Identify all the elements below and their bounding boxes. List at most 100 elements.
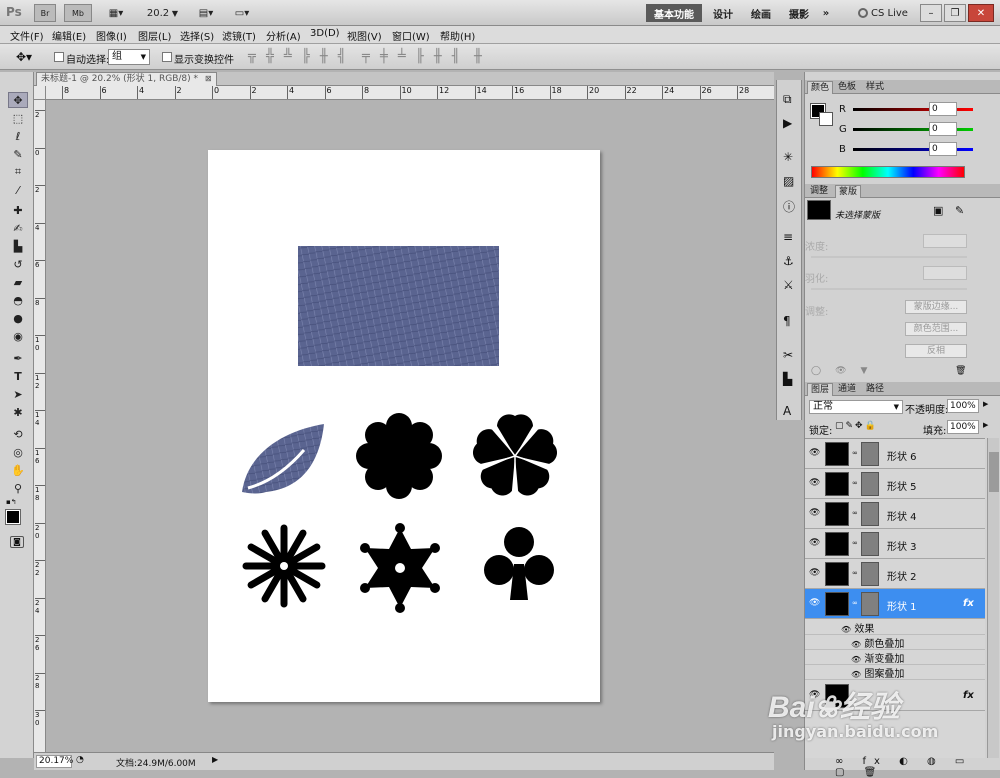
tab-swatches[interactable]: 色板 bbox=[835, 81, 859, 94]
status-info-icon[interactable]: ◔ bbox=[76, 755, 84, 765]
tab-color[interactable]: 颜色 bbox=[807, 81, 834, 94]
visibility-eye-icon[interactable]: 👁 bbox=[809, 449, 820, 458]
minimize-button[interactable]: – bbox=[920, 4, 942, 22]
arrange-documents-icon[interactable]: ▤▾ bbox=[192, 4, 220, 22]
eye-icon[interactable]: 👁 bbox=[851, 655, 861, 664]
healing-brush-tool-icon[interactable]: ✚ bbox=[8, 202, 28, 218]
g-value[interactable]: 0 bbox=[929, 122, 957, 136]
scroll-thumb[interactable] bbox=[989, 452, 999, 492]
fill-field[interactable]: 100% bbox=[947, 420, 979, 434]
tab-masks[interactable]: 蒙版 bbox=[835, 185, 862, 198]
align-icons[interactable]: ╦ ╬ ╩ ╠ ╫ ╣ bbox=[248, 49, 349, 64]
zoom-tool-icon[interactable]: ⚲ bbox=[8, 480, 28, 496]
marquee-tool-icon[interactable]: ⬚ bbox=[8, 110, 28, 126]
actions-panel-icon[interactable]: ▶ bbox=[783, 116, 792, 130]
flower-shape[interactable] bbox=[356, 413, 442, 499]
mask-footer-icons[interactable]: ◯👁▼ bbox=[811, 366, 881, 376]
sheriff-star-shape[interactable] bbox=[360, 523, 440, 613]
fx-icon[interactable]: fx bbox=[963, 598, 974, 609]
menu-item[interactable]: 视图(V) bbox=[347, 28, 382, 43]
eye-icon[interactable]: 👁 bbox=[851, 670, 861, 679]
visibility-eye-icon[interactable]: 👁 bbox=[809, 599, 820, 608]
clone-source-icon[interactable]: ⚓ bbox=[783, 254, 794, 268]
pixel-mask-icon[interactable]: ▣ bbox=[933, 204, 943, 217]
feather-slider[interactable] bbox=[811, 288, 967, 290]
cs-live-button[interactable]: CS Live bbox=[852, 4, 914, 22]
color-spectrum-bar[interactable] bbox=[811, 166, 965, 178]
tab-paths[interactable]: 路径 bbox=[863, 383, 887, 396]
brush-presets-icon[interactable]: ≡ bbox=[783, 230, 793, 244]
menu-item[interactable]: 文件(F) bbox=[10, 28, 44, 43]
tab-layers[interactable]: 图层 bbox=[807, 383, 834, 396]
character-panel-icon[interactable]: A bbox=[783, 404, 791, 418]
info-panel-icon[interactable]: ⓘ bbox=[783, 198, 795, 215]
color-range-button[interactable]: 颜色范围... bbox=[905, 322, 967, 336]
layer-row-selected[interactable]: 👁 ∞ 形状 1 fx bbox=[805, 589, 985, 619]
status-zoom[interactable]: 20.17% bbox=[36, 755, 73, 768]
3d-panel-icon[interactable]: ✳ bbox=[783, 150, 793, 164]
3d-rotate-tool-icon[interactable]: ⟲ bbox=[8, 426, 28, 442]
layer-row[interactable]: 👁 ∞ 形状 2 bbox=[805, 559, 985, 589]
bg-color-swatch[interactable] bbox=[819, 112, 833, 126]
navigator-panel-icon[interactable]: ▨ bbox=[783, 174, 794, 188]
paint-bucket-tool-icon[interactable]: ◓ bbox=[8, 292, 28, 308]
more-workspaces-icon[interactable]: » bbox=[818, 4, 834, 22]
blur-tool-icon[interactable]: ● bbox=[8, 310, 28, 326]
tab-styles[interactable]: 样式 bbox=[863, 81, 887, 94]
visibility-eye-icon[interactable]: 👁 bbox=[809, 509, 820, 518]
quick-selection-tool-icon[interactable]: ✎ bbox=[8, 146, 28, 162]
feather-field[interactable] bbox=[923, 266, 967, 280]
menu-item[interactable]: 分析(A) bbox=[266, 28, 301, 43]
close-button[interactable]: ✕ bbox=[968, 4, 994, 22]
clone-stamp-tool-icon[interactable]: ▙ bbox=[8, 238, 28, 254]
foreground-color-swatch[interactable] bbox=[5, 509, 21, 525]
animation-panel-icon[interactable]: ▙ bbox=[783, 372, 792, 386]
3d-orbit-tool-icon[interactable]: ◎ bbox=[8, 444, 28, 460]
type-tool-icon[interactable]: T bbox=[8, 368, 28, 384]
blend-mode-dropdown[interactable]: 正常 ▼ bbox=[809, 400, 903, 414]
density-field[interactable] bbox=[923, 234, 967, 248]
custom-shape-tool-icon[interactable]: ✱ bbox=[8, 404, 28, 420]
view-extras-icon[interactable]: ▦▾ bbox=[102, 4, 130, 22]
eraser-tool-icon[interactable]: ▰ bbox=[8, 274, 28, 290]
auto-select-dropdown[interactable]: 组 ▼ bbox=[108, 49, 150, 65]
zoom-dropdown-icon[interactable]: ▼ bbox=[170, 4, 180, 22]
vertical-ruler[interactable]: 2 0 2 4 6 8 1 0 1 2 1 4 1 6 1 8 2 0 2 2 2 4 2 6 2 8 3 0 bbox=[34, 100, 46, 752]
brush-tool-icon[interactable]: ✍ bbox=[8, 220, 28, 236]
mask-edge-button[interactable]: 蒙版边缘... bbox=[905, 300, 967, 314]
effect-row[interactable]: 👁 图案叠加 bbox=[805, 665, 985, 680]
leaf-shape[interactable] bbox=[242, 424, 324, 494]
distribute-icons[interactable]: ╤ ╪ ╧ ╟ ╫ ╢ bbox=[362, 49, 463, 64]
effect-row[interactable]: 👁 颜色叠加 bbox=[805, 635, 985, 650]
menu-item[interactable]: 3D(D) bbox=[310, 28, 340, 39]
eye-icon[interactable]: 👁 bbox=[841, 625, 851, 634]
opacity-arrow-icon[interactable]: ▶ bbox=[983, 400, 988, 408]
paragraph-panel-icon[interactable]: ¶ bbox=[783, 314, 791, 328]
workspace-photography[interactable]: 摄影 bbox=[782, 4, 816, 22]
tool-presets-icon[interactable]: ⚔ bbox=[783, 278, 794, 292]
zoom-level[interactable]: 20.2 bbox=[146, 4, 170, 22]
horizontal-ruler[interactable]: 8 6 4 2 0 2 4 6 8 10 12 14 16 18 20 22 24 26 28 bbox=[46, 86, 774, 100]
status-menu-icon[interactable]: ▶ bbox=[212, 755, 218, 764]
hand-tool-icon[interactable]: ✋ bbox=[8, 462, 28, 478]
auto-align-icon[interactable]: ╫ bbox=[474, 49, 482, 64]
crop-tool-icon[interactable]: ⌗ bbox=[8, 164, 28, 180]
lock-icons[interactable]: ▢✎✥🔒 bbox=[835, 421, 878, 431]
daisy-shape[interactable] bbox=[242, 524, 326, 608]
auto-select-checkbox[interactable] bbox=[54, 52, 64, 62]
r-value[interactable]: 0 bbox=[929, 102, 957, 116]
density-slider[interactable] bbox=[811, 256, 967, 258]
screen-mode-icon[interactable]: ▭▾ bbox=[228, 4, 256, 22]
layer-row[interactable]: 👁 ∞ 形状 3 bbox=[805, 529, 985, 559]
pen-tool-icon[interactable]: ✒ bbox=[8, 350, 28, 366]
bridge-button[interactable]: Br bbox=[34, 4, 56, 22]
layer-row[interactable]: 👁 ∞ 形状 4 bbox=[805, 499, 985, 529]
menu-item[interactable]: 图像(I) bbox=[96, 28, 127, 43]
five-petal-flower-shape[interactable] bbox=[470, 414, 560, 500]
minibridge-button[interactable]: Mb bbox=[64, 4, 92, 22]
invert-button[interactable]: 反相 bbox=[905, 344, 967, 358]
lasso-tool-icon[interactable]: ℓ bbox=[8, 128, 28, 144]
layer-row[interactable]: 👁 ∞ 形状 5 bbox=[805, 469, 985, 499]
vector-mask-icon[interactable]: ✎ bbox=[955, 204, 964, 217]
default-colors-icon[interactable]: ▪↰ bbox=[6, 498, 17, 506]
